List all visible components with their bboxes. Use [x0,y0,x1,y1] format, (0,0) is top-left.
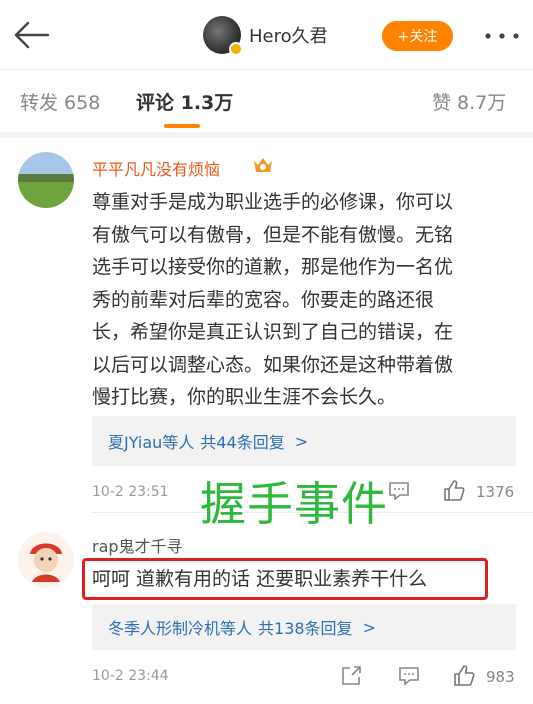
replies-summary[interactable]: 夏JYiau等人 共44条回复 > [92,416,516,466]
active-tab-indicator [164,124,200,128]
member-crown-icon [254,158,272,172]
comment-line: 有傲气可以有傲骨，但是不能有傲慢。无铭 [92,223,454,246]
commenter-name[interactable]: rap鬼才千寻 [92,533,183,557]
verified-badge-icon [229,42,243,56]
comment-line: 秀的前辈对后辈的宽容。你要走的路还很 [92,288,435,311]
comment-time: 10-2 23:51 [92,484,169,500]
comment-line: 选手可以接受你的道歉，那是他作为一名优 [92,256,454,278]
reply-chevron-icon: > [362,617,376,637]
reply-users: 冬季人形制冷机等人 [108,619,253,638]
tab-repost[interactable]: 转发 658 [20,88,100,115]
comment-text: 尊重对手是成为职业选手的必修课，你可以 有傲气可以有傲骨，但是不能有傲慢。无铭 … [92,186,522,414]
tab-comments[interactable]: 评论 1.3万 [136,88,233,115]
top-bar: Hero久君 +关注 [0,0,533,70]
reply-count: 共44条回复 [200,433,285,452]
tab-likes[interactable]: 赞 8.7万 [432,88,506,115]
commenter-name[interactable]: 平平凡凡没有烦恼 [92,156,220,180]
back-arrow-icon[interactable] [12,20,52,50]
commenter-avatar[interactable] [18,152,74,208]
comment-line: 以后可以调整心态。如果你还是这种带着傲 [92,353,454,376]
like-thumb-icon[interactable] [442,479,466,503]
follow-button[interactable]: +关注 [382,21,453,51]
author-name[interactable]: Hero久君 [249,22,328,48]
comment-line: 尊重对手是成为职业选手的必修课，你可以 [92,191,454,213]
like-thumb-icon[interactable] [452,664,476,688]
reply-bubble-icon[interactable] [388,480,410,502]
author-info[interactable]: Hero久君 [203,16,328,56]
header-divider [0,69,533,70]
share-icon[interactable] [340,665,362,687]
comment-time: 10-2 23:44 [92,668,169,684]
replies-summary[interactable]: 冬季人形制冷机等人 共138条回复 > [92,604,516,650]
author-avatar[interactable] [203,16,243,56]
more-options-icon[interactable] [482,24,522,48]
like-count: 983 [486,668,515,686]
reply-users: 夏JYiau等人 [108,433,195,452]
tabs-divider [0,132,533,138]
comment-line: 慢打比赛，你的职业生涯不会长久。 [92,386,397,408]
reply-chevron-icon: > [294,431,309,451]
comment-line: 长，希望你是真正认识到了自己的错误，在 [92,321,454,343]
commenter-avatar[interactable] [18,532,74,588]
reply-bubble-icon[interactable] [398,665,420,687]
like-count: 1376 [476,483,515,501]
watermark-text: 握手事件 [200,477,388,531]
highlight-box [82,558,488,600]
reply-count: 共138条回复 [258,619,353,638]
